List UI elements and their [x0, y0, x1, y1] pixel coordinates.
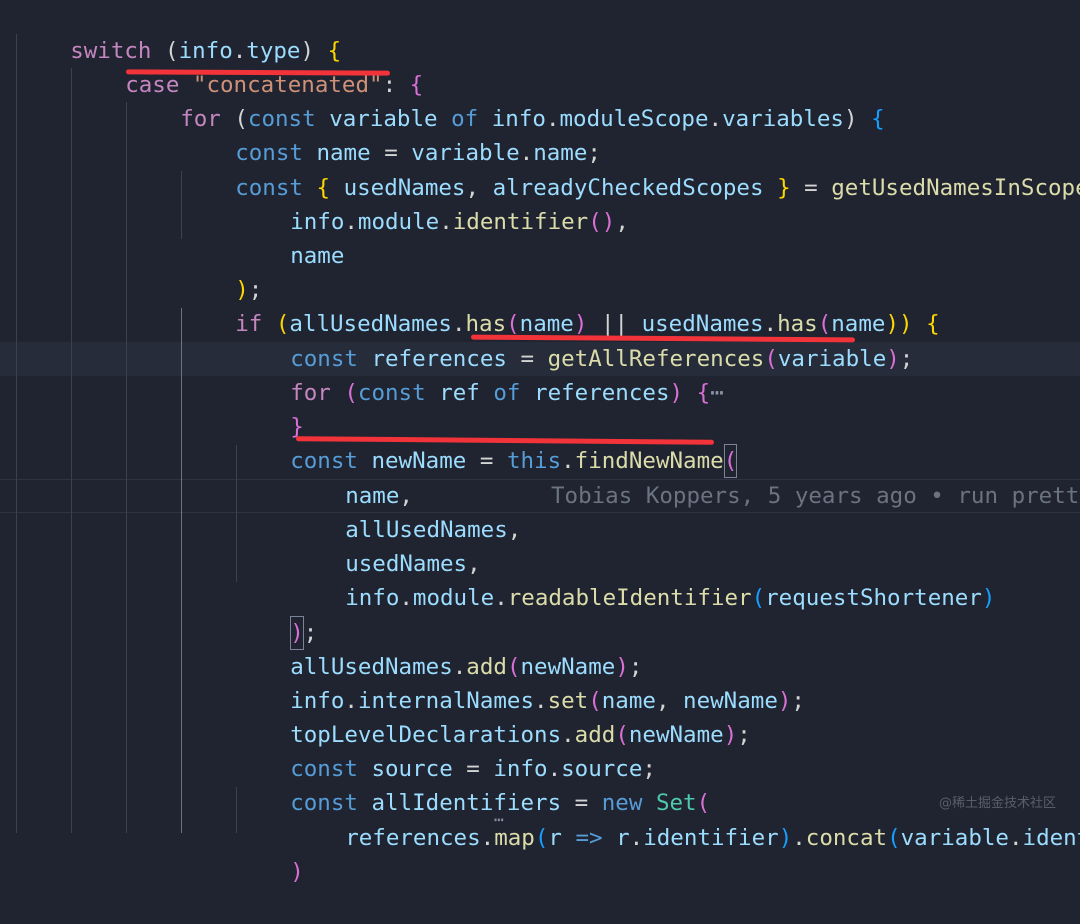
token: variables — [722, 106, 844, 133]
token: } — [777, 175, 791, 202]
token: . — [1008, 825, 1023, 852]
token: getUsedNamesInScopeInf — [831, 175, 1080, 202]
token: ) — [669, 380, 697, 407]
token: { — [926, 311, 940, 338]
token: ( — [330, 380, 358, 407]
code-line-1[interactable]: switch (info.type) { — [16, 0, 341, 64]
token: ( — [887, 825, 901, 852]
token: of — [493, 380, 521, 407]
code-line-19[interactable]: allUsedNames.add(newName); — [236, 616, 642, 680]
token: findNewName — [574, 448, 724, 475]
indent-guide-active — [181, 308, 182, 833]
code-line-14[interactable]: name, — [291, 445, 413, 509]
token: ) — [886, 346, 900, 373]
token: module — [357, 209, 440, 236]
code-editor[interactable]: switch (info.type) { case "concatenated"… — [0, 0, 1080, 885]
code-line-8[interactable]: ); — [181, 239, 262, 303]
token: readableIdentifier — [507, 585, 752, 612]
code-line-6[interactable]: info.module.identifier(), — [236, 171, 629, 235]
token: variable — [777, 346, 887, 373]
token: , — [615, 209, 629, 236]
token: ( — [764, 346, 778, 373]
token: = — [790, 175, 832, 202]
code-line-25[interactable]: ) — [236, 821, 304, 885]
token: ) — [981, 585, 996, 612]
token: => — [561, 825, 617, 852]
code-line-21[interactable]: topLevelDeclarations.add(newName); — [236, 684, 751, 748]
token: references — [534, 380, 670, 407]
token: . — [708, 106, 723, 133]
token: identifi — [1022, 825, 1080, 852]
code-line-20[interactable]: info.internalNames.set(name, newName); — [236, 650, 805, 714]
token: ) — [777, 688, 792, 715]
token: identifier — [643, 825, 779, 852]
token: = — [466, 448, 507, 475]
token: references — [345, 825, 481, 852]
token: requestShortener — [765, 585, 982, 612]
token: r — [616, 825, 630, 852]
token: ref — [439, 380, 480, 407]
indent-guide — [16, 34, 17, 833]
code-line-2[interactable]: case "concatenated": { — [71, 34, 423, 98]
hover-hint-dots: ⋯ — [494, 810, 504, 829]
code-line-18[interactable]: ); — [236, 582, 317, 651]
code-line-12[interactable]: } — [236, 376, 304, 440]
token: ( — [534, 825, 549, 852]
bracket-match-open: ( — [723, 444, 738, 479]
code-line-15[interactable]: allUsedNames, — [291, 479, 521, 543]
git-blame-annotation[interactable]: Tobias Koppers, 5 years ago • run prett — [551, 479, 1079, 513]
token: , — [507, 517, 522, 544]
token: info — [345, 585, 400, 612]
code-line-22[interactable]: const source = info.source; — [236, 718, 656, 782]
watermark: @稀土掘金技术社区 — [938, 796, 1056, 811]
token: { — [696, 380, 711, 407]
token: { — [871, 106, 885, 133]
token: map — [494, 825, 535, 852]
token: ; — [899, 346, 914, 373]
code-line-16[interactable]: usedNames, — [291, 513, 480, 577]
token: ) — [778, 825, 793, 852]
token: () — [588, 209, 616, 236]
token: ) — [723, 722, 738, 749]
code-line-11[interactable]: for (const ref of references) {⋯ — [236, 342, 724, 406]
token: . — [494, 585, 508, 612]
token: variable — [900, 825, 1009, 852]
token: . — [344, 209, 358, 236]
code-line-9[interactable]: if (allUsedNames.has(name) || usedNames.… — [181, 273, 939, 337]
folded-region-ellipsis[interactable]: ⋯ — [710, 380, 724, 406]
token: this — [506, 448, 562, 475]
indent-guide — [71, 68, 72, 833]
token: name — [290, 243, 345, 270]
token: . — [561, 448, 575, 475]
token: module — [412, 585, 495, 612]
token: . — [399, 585, 413, 612]
token: ; — [737, 722, 751, 749]
code-line-5[interactable]: const { usedNames, alreadyCheckedScopes … — [181, 137, 1080, 201]
token: ( — [751, 585, 766, 612]
token: . — [629, 825, 644, 852]
token: identifier — [452, 209, 589, 236]
token: ; — [791, 688, 805, 715]
token: ) — [290, 859, 304, 886]
code-line-4[interactable]: const name = variable.name; — [181, 102, 601, 166]
token: r — [548, 825, 562, 852]
token: ) — [843, 106, 872, 133]
code-line-17[interactable]: info.module.readableIdentifier(requestSh… — [291, 547, 995, 611]
token: . — [439, 209, 453, 236]
token: concat — [805, 825, 888, 852]
code-line-7[interactable]: name — [236, 205, 344, 269]
token: const — [357, 380, 426, 407]
token: . — [792, 825, 806, 852]
indent-guide — [126, 102, 127, 833]
code-line-23[interactable]: const allIdentifiers = new Set( — [236, 752, 710, 816]
token: . — [480, 825, 495, 852]
